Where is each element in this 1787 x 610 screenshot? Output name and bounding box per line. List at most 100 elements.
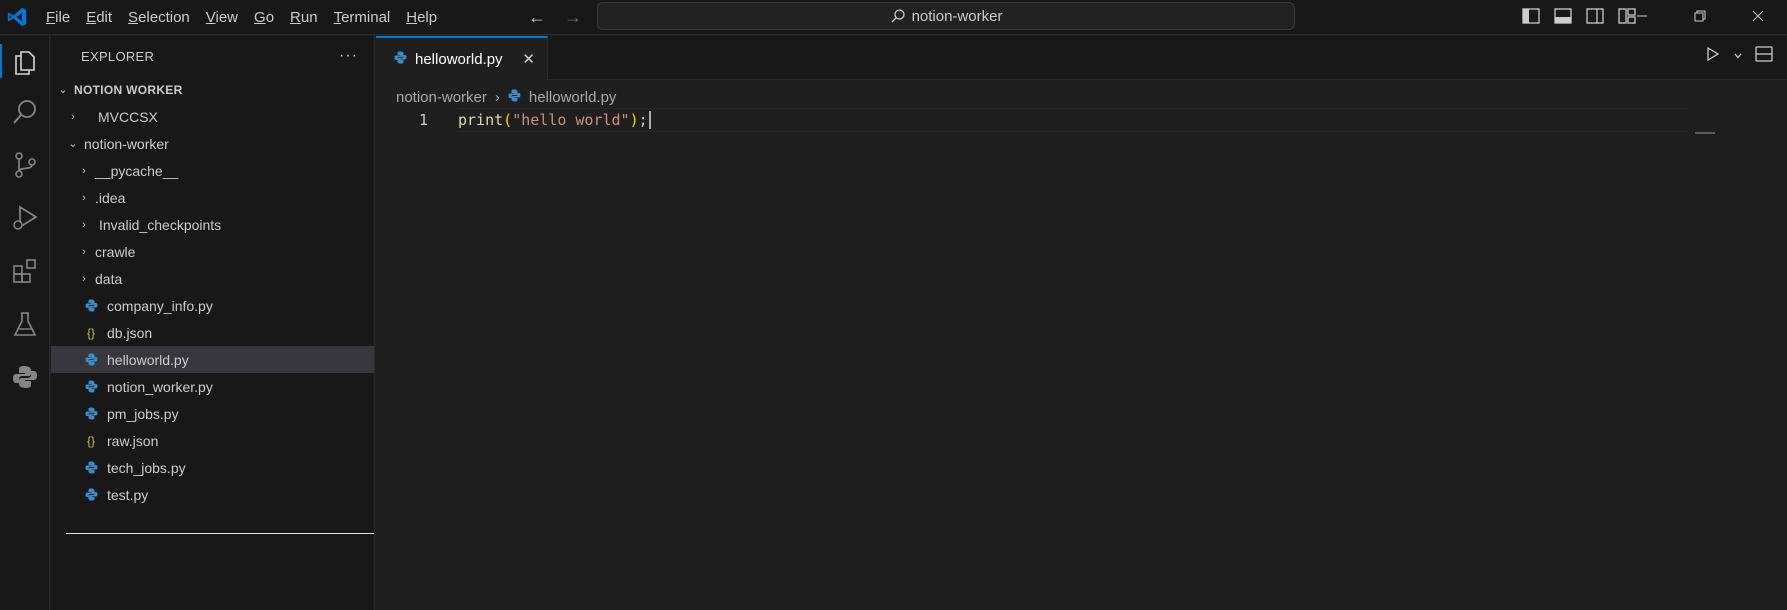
python-icon [83,352,99,368]
folder-item[interactable]: › crawle [51,238,374,265]
file-item[interactable]: test.py [51,481,374,508]
workspace-root[interactable]: ⌄ NOTION WORKER [51,76,374,103]
chevron-right-icon: › [82,218,86,231]
window-controls [1613,0,1787,32]
command-center-search[interactable]: notion-worker [597,2,1295,30]
python-icon [83,406,99,422]
code-editor[interactable]: 1 print("hello world"); [376,108,1787,132]
run-and-debug-icon[interactable] [0,195,50,241]
folder-item[interactable]: ⌄ notion-worker [51,130,374,157]
menu-terminal[interactable]: Terminal [326,4,399,32]
file-item[interactable]: pm_jobs.py [51,400,374,427]
breadcrumb-separator-icon: › [494,88,500,106]
explorer-title: EXPLORER [81,48,155,64]
minimap[interactable] [1695,132,1715,134]
toggle-primary-sidebar-icon[interactable] [1520,5,1542,27]
breadcrumb: notion-worker › helloworld.py [396,86,616,108]
menu-view[interactable]: View [198,4,246,32]
tree-label: notion-worker [84,135,169,152]
tree-label: NOTION WORKER [74,82,183,97]
search-view-icon[interactable] [0,89,50,135]
tree-label: helloworld.py [107,351,189,368]
tree-label: Invalid_checkpoints [99,216,222,233]
tab-bar: helloworld.py ✕ [376,36,1787,80]
folder-item[interactable]: › .idea [51,184,374,211]
explorer-files-icon[interactable] [0,38,50,84]
file-item-selected[interactable]: helloworld.py [51,346,374,373]
testing-flask-icon[interactable] [0,301,50,347]
python-extension-icon[interactable] [0,354,50,400]
more-actions-icon[interactable]: ··· [339,47,358,65]
python-icon [508,89,521,106]
file-item[interactable]: notion_worker.py [51,373,374,400]
chevron-right-icon: › [71,110,75,123]
history-navigation: ← → [524,4,586,30]
tree-label: test.py [107,486,149,503]
line-number: 1 [418,111,428,129]
folder-item[interactable]: › __pycache__ [51,157,374,184]
split-editor-icon[interactable] [1755,46,1773,67]
restore-icon[interactable] [1671,0,1729,32]
go-back-arrow-icon[interactable]: ← [524,4,550,30]
menu-help[interactable]: Help [398,4,445,32]
menu-bar: File Edit Selection View Go Run Terminal… [38,0,445,35]
json-icon: {} [86,325,95,340]
explorer-sidebar: EXPLORER ··· ⌄ NOTION WORKER › MVCCSX ⌄ … [51,36,375,610]
close-icon[interactable]: ✕ [522,50,535,68]
file-tree: ⌄ NOTION WORKER › MVCCSX ⌄ notion-worker… [51,76,374,508]
chevron-right-icon: › [82,245,86,258]
editor-actions [1705,46,1773,67]
breadcrumb-file[interactable]: helloworld.py [529,89,617,106]
tree-label: crawle [95,243,136,260]
menu-run[interactable]: Run [282,4,326,32]
folder-item[interactable]: › Invalid_checkpoints [51,211,374,238]
menu-selection[interactable]: Selection [120,4,198,32]
activity-bar [0,36,50,610]
go-forward-arrow-icon[interactable]: → [560,4,586,30]
folder-item[interactable]: › data [51,265,374,292]
chevron-right-icon: › [82,272,86,285]
close-window-icon[interactable] [1729,0,1787,32]
menu-go[interactable]: Go [246,4,282,32]
title-bar: File Edit Selection View Go Run Terminal… [0,0,1787,35]
python-icon [83,298,99,314]
tree-label: data [95,270,123,287]
tree-label: MVCCSX [98,108,158,125]
vscode-logo-icon [7,7,27,27]
command-center-label: notion-worker [911,7,1003,25]
menu-edit[interactable]: Edit [78,4,120,32]
minimize-icon[interactable] [1613,0,1671,32]
python-icon [83,460,99,476]
extensions-icon[interactable] [0,248,50,294]
tree-label: raw.json [107,432,159,449]
run-python-file-icon[interactable] [1705,46,1721,67]
chevron-down-icon: ⌄ [68,138,78,150]
code-line[interactable]: 1 print("hello world"); [376,108,1787,132]
tree-label: __pycache__ [95,162,179,179]
tree-label: .idea [95,189,126,206]
tree-label: notion_worker.py [107,378,213,395]
chevron-down-icon[interactable] [1733,48,1743,66]
tree-label: db.json [107,324,153,341]
python-icon [83,487,99,503]
file-item[interactable]: {} raw.json [51,427,374,454]
tree-label: pm_jobs.py [107,405,179,422]
tab-label: helloworld.py [415,50,503,68]
python-icon [83,379,99,395]
tab-helloworld[interactable]: helloworld.py ✕ [376,36,548,80]
folder-item[interactable]: › MVCCSX [51,103,374,130]
toggle-secondary-sidebar-icon[interactable] [1584,5,1606,27]
tree-label: company_info.py [107,297,213,314]
menu-file[interactable]: File [38,4,78,32]
breadcrumb-folder[interactable]: notion-worker [396,89,487,106]
source-control-icon[interactable] [0,142,50,188]
chevron-down-icon: ⌄ [58,84,68,96]
divider [66,533,374,534]
file-item[interactable]: {} db.json [51,319,374,346]
toggle-panel-icon[interactable] [1552,5,1574,27]
python-icon [394,51,407,68]
file-item[interactable]: tech_jobs.py [51,454,374,481]
chevron-right-icon: › [82,191,86,204]
chevron-right-icon: › [82,164,86,177]
file-item[interactable]: company_info.py [51,292,374,319]
